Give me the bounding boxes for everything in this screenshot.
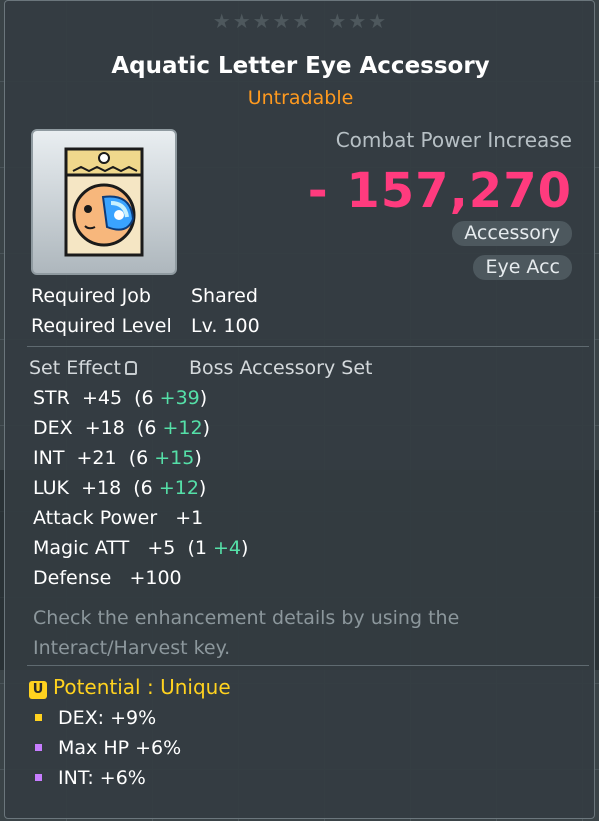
potential-header: U Potential : Unique (29, 675, 231, 699)
potential-line: DEX: +9% (35, 707, 156, 729)
bullet-icon (35, 714, 42, 721)
divider (27, 346, 589, 347)
stat-close: ) (202, 417, 210, 439)
potential-line-text: Max HP +6% (58, 737, 182, 759)
potential-line: INT: +6% (35, 767, 146, 789)
potential-label: Potential : Unique (53, 675, 231, 699)
divider (27, 665, 589, 666)
stat-row-luk: LUK +18 (6 +12) (33, 477, 206, 499)
stat-value: +1 (157, 507, 204, 529)
item-name: Aquatic Letter Eye Accessory (111, 53, 490, 79)
stat-bonus: +15 (154, 447, 195, 469)
category-tag: Accessory (452, 221, 572, 246)
stat-bonus: +39 (159, 387, 200, 409)
stat-close: ) (241, 537, 249, 559)
required-level-row: Required Level Lv. 100 (31, 315, 260, 337)
required-job-row: Required Job Shared (31, 285, 258, 307)
stat-row-magic-att: Magic ATT +5 (1 +4) (33, 537, 248, 559)
lock-icon (124, 361, 137, 375)
set-effect-row: Set Effect Boss Accessory Set (29, 357, 372, 379)
potential-line-text: INT: +6% (58, 767, 146, 789)
unique-badge-icon: U (29, 681, 47, 699)
stat-close: ) (199, 387, 208, 409)
subcategory-tag: Eye Acc (473, 255, 572, 280)
stat-row-int: INT +21 (6 +15) (33, 447, 202, 469)
potential-line: Max HP +6% (35, 737, 181, 759)
stat-name: Defense (33, 567, 112, 589)
stat-row-dex: DEX +18 (6 +12) (33, 417, 210, 439)
stat-name: LUK (33, 477, 70, 499)
item-icon-frame (31, 129, 177, 275)
combat-power-value: - 157,270 (307, 163, 572, 219)
stat-close: ) (198, 477, 207, 499)
stat-value: +18 (6 (69, 477, 159, 499)
required-job-label: Required Job (31, 285, 151, 307)
stat-bonus: +12 (162, 417, 203, 439)
stat-row-defense: Defense +100 (33, 567, 182, 589)
enhancement-note: Check the enhancement details by using t… (33, 607, 460, 659)
stat-row-attack-power: Attack Power +1 (33, 507, 203, 529)
combat-power-label: Combat Power Increase (335, 128, 572, 152)
stat-value: +21 (6 (64, 447, 155, 469)
stat-value: +5 (1 (129, 537, 214, 559)
stat-name: DEX (33, 417, 73, 439)
star-force-group-2: ★★★ (328, 9, 389, 33)
stat-bonus: +12 (158, 477, 199, 499)
tradability-status: Untradable (247, 87, 354, 109)
set-effect-value: Boss Accessory Set (189, 357, 373, 379)
item-tooltip: ★★★★★ ★★★ Aquatic Letter Eye Accessory Un… (4, 0, 595, 819)
star-force-group-1: ★★★★★ (212, 9, 313, 33)
stat-row-str: STR +45 (6 +39) (33, 387, 207, 409)
stat-name: Magic ATT (33, 537, 130, 559)
stat-value: +100 (111, 567, 182, 589)
stat-value: +18 (6 (72, 417, 163, 439)
stat-value: +45 (6 (69, 387, 160, 409)
set-effect-label: Set Effect (29, 357, 121, 379)
required-level-label: Required Level (31, 315, 172, 337)
bullet-icon (35, 744, 42, 751)
stat-close: ) (194, 447, 202, 469)
stat-name: STR (33, 387, 70, 409)
aquatic-letter-eye-accessory-icon (64, 147, 144, 257)
star-force-row: ★★★★★ ★★★ (5, 9, 596, 33)
stat-name: Attack Power (33, 507, 158, 529)
required-level-value: Lv. 100 (191, 315, 260, 337)
stat-bonus: +4 (213, 537, 242, 559)
required-job-value: Shared (191, 285, 258, 307)
stat-name: INT (33, 447, 65, 469)
bullet-icon (35, 774, 42, 781)
potential-line-text: DEX: +9% (58, 707, 157, 729)
